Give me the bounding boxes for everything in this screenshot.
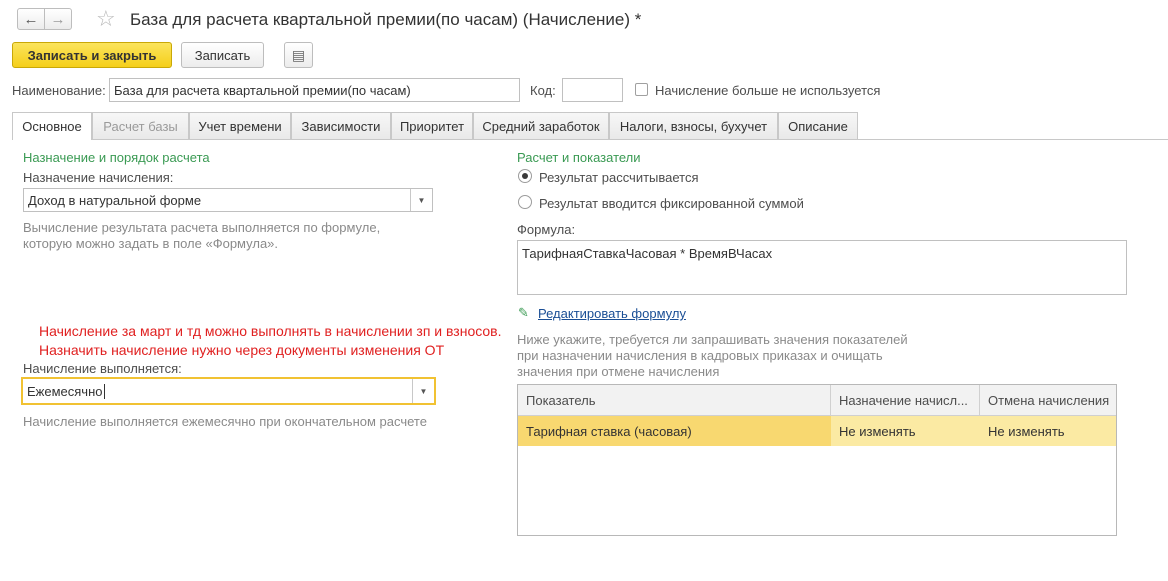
list-icon: ▤ [291, 46, 306, 63]
edit-formula-link[interactable]: Редактировать формулу [538, 306, 686, 321]
column-header-cancellation[interactable]: Отмена начисления [980, 385, 1116, 415]
code-input[interactable] [562, 78, 623, 102]
annotation-note-line-1: Начисление за март и тд можно выполнять … [39, 323, 502, 339]
more-actions-button[interactable]: ▤ [284, 42, 313, 68]
favorite-star-icon[interactable]: ☆ [96, 5, 116, 33]
text-cursor [103, 383, 105, 399]
column-header-indicator[interactable]: Показатель [518, 385, 831, 415]
not-used-label: Начисление больше не используется [655, 83, 881, 98]
not-used-checkbox[interactable] [635, 83, 648, 96]
tab-taxes[interactable]: Налоги, взносы, бухучет [609, 112, 778, 139]
performed-select[interactable]: Ежемесячно ▼ [21, 377, 436, 405]
performed-label: Начисление выполняется: [23, 361, 182, 376]
performed-select-value: Ежемесячно [27, 383, 103, 399]
purpose-section-title: Назначение и порядок расчета [23, 150, 210, 165]
radio-result-calculated-label: Результат рассчитывается [539, 170, 699, 185]
tabs-divider [12, 139, 1168, 140]
tab-priority[interactable]: Приоритет [391, 112, 473, 139]
formula-label: Формула: [517, 222, 576, 237]
chevron-down-icon[interactable]: ▼ [412, 379, 434, 403]
annotation-note-line-2: Назначить начисление нужно через докумен… [39, 342, 445, 358]
save-button[interactable]: Записать [181, 42, 264, 68]
cell-assignment[interactable]: Не изменять [831, 416, 980, 446]
tab-description[interactable]: Описание [778, 112, 858, 139]
save-and-close-button[interactable]: Записать и закрыть [12, 42, 172, 68]
indicators-section-title: Расчет и показатели [517, 150, 641, 165]
radio-result-calculated[interactable] [518, 169, 532, 183]
purpose-hint-line-1: Вычисление результата расчета выполняетс… [23, 220, 381, 235]
cell-cancellation[interactable]: Не изменять [980, 416, 1116, 446]
pencil-icon: ✎ [518, 305, 529, 320]
column-header-assignment[interactable]: Назначение начисл... [831, 385, 980, 415]
name-input[interactable]: База для расчета квартальной премии(по ч… [109, 78, 520, 102]
indicators-hint-line-1: Ниже укажите, требуется ли запрашивать з… [517, 332, 908, 347]
tab-time-accounting[interactable]: Учет времени [189, 112, 291, 139]
table-row[interactable]: Тарифная ставка (часовая) Не изменять Не… [518, 416, 1116, 446]
purpose-label: Назначение начисления: [23, 170, 174, 185]
name-label: Наименование: [12, 83, 106, 98]
code-label: Код: [530, 83, 556, 98]
arrow-left-icon: ← [23, 10, 39, 28]
forward-button[interactable]: → [44, 8, 72, 30]
tab-base-calc[interactable]: Расчет базы [92, 112, 189, 139]
table-header: Показатель Назначение начисл... Отмена н… [518, 385, 1116, 416]
indicators-hint-line-3: значения при отмене начисления [517, 364, 720, 379]
chevron-down-icon[interactable]: ▼ [410, 189, 432, 211]
cell-indicator[interactable]: Тарифная ставка (часовая) [518, 416, 831, 446]
indicators-hint-line-2: при назначении начисления в кадровых при… [517, 348, 883, 363]
purpose-hint-line-2: которую можно задать в поле «Формула». [23, 236, 279, 251]
performed-hint: Начисление выполняется ежемесячно при ок… [23, 414, 427, 429]
back-button[interactable]: ← [17, 8, 45, 30]
tab-average-earnings[interactable]: Средний заработок [473, 112, 609, 139]
window-title: База для расчета квартальной премии(по ч… [130, 10, 642, 29]
tab-dependencies[interactable]: Зависимости [291, 112, 391, 139]
arrow-right-icon: → [50, 10, 66, 28]
purpose-select-value: Доход в натуральной форме [28, 192, 202, 208]
radio-result-fixed-label: Результат вводится фиксированной суммой [539, 196, 804, 211]
tab-main[interactable]: Основное [12, 112, 92, 140]
indicators-table[interactable]: Показатель Назначение начисл... Отмена н… [517, 384, 1117, 536]
radio-result-fixed[interactable] [518, 195, 532, 209]
formula-input[interactable]: ТарифнаяСтавкаЧасовая * ВремяВЧасах [517, 240, 1127, 295]
purpose-select[interactable]: Доход в натуральной форме ▼ [23, 188, 433, 212]
